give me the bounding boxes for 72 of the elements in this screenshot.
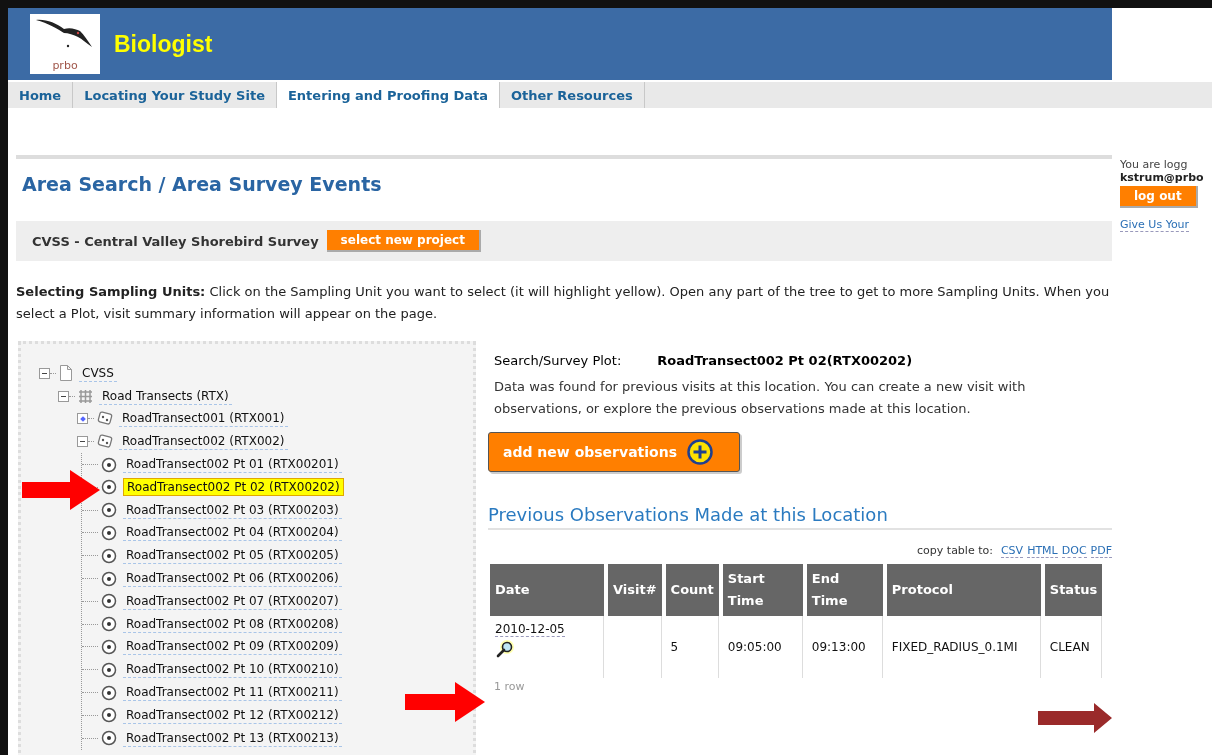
column-header: Protocol	[886, 564, 1041, 616]
copy-label: copy table to:	[917, 544, 993, 558]
grid-icon	[78, 388, 93, 404]
magnifier-icon[interactable]	[495, 639, 515, 659]
tree-item[interactable]: RoadTransect002 Pt 03 (RTX00203)	[123, 501, 342, 519]
tree-item[interactable]: RoadTransect002 (RTX002)	[119, 433, 288, 451]
tree-item[interactable]: RoadTransect002 Pt 12 (RTX00212)	[123, 706, 342, 724]
feedback-link[interactable]: Give Us Your	[1120, 218, 1190, 232]
expand-icon[interactable]	[77, 413, 88, 425]
transect-icon	[97, 411, 113, 427]
column-header: Start Time	[722, 564, 803, 616]
point-icon	[101, 502, 117, 519]
point-icon	[101, 547, 117, 564]
column-header: Count	[665, 564, 719, 616]
plot-message: Data was found for previous visits at this location. You can create a new visit with observations, or explore the previous observations made at this location.	[494, 378, 1027, 418]
instructions-text: Selecting Sampling Units: Click on the Sampling Unit you want to select (it will highlight yellow). Open any part of the tree to get to more Sampling Units. When you select a Plot, visit summary information will appear on the page.	[16, 283, 1111, 323]
tree-item[interactable]: CVSS	[79, 364, 117, 382]
tree-item[interactable]: RoadTransect002 Pt 06 (RTX00206)	[123, 570, 342, 588]
tree-item[interactable]: RoadTransect002 Pt 07 (RTX00207)	[123, 592, 342, 610]
export-link[interactable]: DOC	[1061, 544, 1087, 558]
date-link[interactable]: 2010-12-05	[495, 622, 565, 637]
point-icon	[101, 593, 117, 610]
tree-item[interactable]: RoadTransect002 Pt 10 (RTX00210)	[123, 661, 342, 679]
export-link[interactable]: HTML	[1027, 544, 1058, 558]
collapse-icon[interactable]	[77, 436, 88, 448]
tree-item[interactable]: RoadTransect002 Pt 09 (RTX00209)	[123, 638, 342, 656]
plot-value: RoadTransect002 Pt 02(RTX00202)	[657, 353, 913, 368]
tree-item[interactable]: RoadTransect002 Pt 01 (RTX00201)	[123, 456, 342, 474]
export-link[interactable]: CSV	[1000, 544, 1024, 558]
app-title: Biologist	[114, 30, 213, 58]
user-name: kstrum@prbo	[1120, 171, 1204, 184]
document-icon	[59, 365, 73, 382]
collapse-icon[interactable]	[39, 367, 50, 379]
table-cell: 09:13:00	[806, 616, 883, 678]
tree-item[interactable]: RoadTransect002 Pt 05 (RTX00205)	[123, 547, 342, 565]
tree-item[interactable]: RoadTransect002 Pt 08 (RTX00208)	[123, 615, 342, 633]
tree-item[interactable]: RoadTransect002 Pt 11 (RTX00211)	[123, 684, 342, 702]
table-cell: 09:05:00	[722, 616, 803, 678]
page-title: Area Search / Area Survey Events	[22, 173, 383, 195]
section-heading: Previous Observations Made at this Location	[488, 504, 1112, 530]
point-icon	[101, 684, 117, 701]
tree-item[interactable]: RoadTransect002 Pt 02 (RTX00202)	[123, 478, 344, 497]
point-icon	[101, 730, 117, 747]
table-cell: FIXED_RADIUS_0.1MI	[886, 616, 1041, 678]
nav-tab[interactable]: Entering and Proofing Data	[276, 82, 501, 108]
column-header: Date	[490, 564, 604, 616]
project-name: CVSS - Central Valley Shorebird Survey	[32, 233, 319, 249]
collapse-icon[interactable]	[58, 390, 69, 402]
logo-text: prbo	[52, 59, 78, 72]
column-header: End Time	[806, 564, 883, 616]
tree-item[interactable]: RoadTransect001 (RTX001)	[119, 410, 288, 428]
point-icon	[101, 479, 117, 496]
point-icon	[101, 616, 117, 633]
point-icon	[101, 638, 117, 655]
point-icon	[101, 456, 117, 473]
tree-item[interactable]: RoadTransect002 Pt 04 (RTX00204)	[123, 524, 342, 542]
point-icon	[101, 570, 117, 587]
table-cell: CLEAN	[1044, 616, 1103, 678]
row-count: 1 row	[493, 679, 526, 695]
plus-icon	[687, 439, 713, 465]
column-header: Visit#	[608, 564, 662, 616]
table-cell: 5	[665, 616, 719, 678]
login-status: You are logg	[1120, 158, 1188, 171]
plot-label: Search/Survey Plot:	[494, 353, 622, 368]
point-icon	[101, 707, 117, 724]
tree-item[interactable]: Road Transects (RTX)	[99, 387, 232, 405]
export-link[interactable]: PDF	[1090, 544, 1112, 558]
column-header: Status	[1044, 564, 1103, 616]
point-icon	[101, 661, 117, 678]
tree-item[interactable]: RoadTransect002 Pt 13 (RTX00213)	[123, 729, 342, 747]
point-icon	[101, 524, 117, 541]
transect-icon	[97, 434, 113, 450]
